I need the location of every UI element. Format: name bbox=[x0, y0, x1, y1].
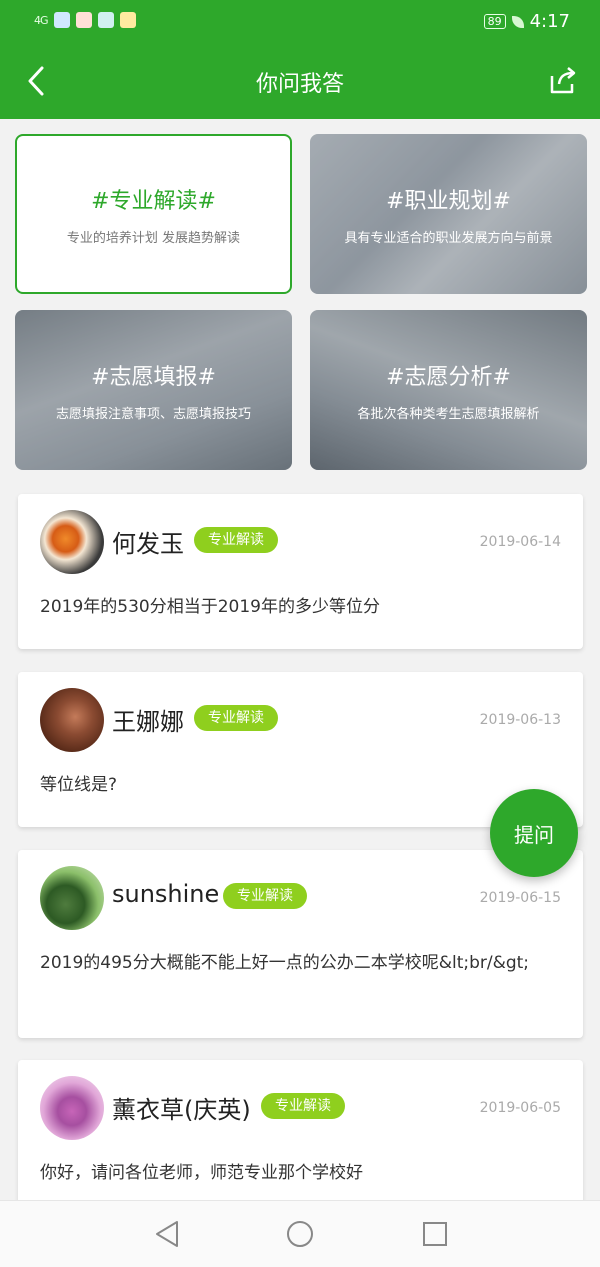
category-tag: 专业解读 bbox=[261, 1093, 345, 1119]
avatar bbox=[40, 688, 104, 752]
nav-home-button[interactable] bbox=[285, 1219, 315, 1249]
category-grid: #专业解读# 专业的培养计划 发展趋势解读 #职业规划# 具有专业适合的职业发展… bbox=[15, 134, 587, 470]
category-subtitle: 志愿填报注意事项、志愿填报技巧 bbox=[55, 406, 251, 422]
question-card[interactable]: 薰衣草(庆英) 专业解读 2019-06-05 你好，请问各位老师，师范专业那个… bbox=[18, 1060, 583, 1220]
category-career-planning[interactable]: #职业规划# 具有专业适合的职业发展方向与前景 bbox=[310, 134, 587, 294]
category-title: #志愿分析# bbox=[386, 364, 511, 390]
category-major-interpretation[interactable]: #专业解读# 专业的培养计划 发展趋势解读 bbox=[15, 134, 292, 294]
system-nav-bar bbox=[0, 1200, 600, 1267]
category-subtitle: 各批次各种类考生志愿填报解析 bbox=[357, 406, 540, 422]
user-name: 薰衣草(庆英) bbox=[112, 1096, 251, 1124]
app-header: 你问我答 bbox=[0, 44, 600, 119]
question-card[interactable]: 何发玉 专业解读 2019-06-14 2019年的530分相当于2019年的多… bbox=[18, 494, 583, 649]
category-subtitle: 具有专业适合的职业发展方向与前景 bbox=[344, 230, 553, 246]
question-date: 2019-06-14 bbox=[479, 534, 561, 550]
category-subtitle: 专业的培养计划 发展趋势解读 bbox=[66, 230, 241, 246]
leaf-icon bbox=[511, 15, 524, 28]
circle-home-icon bbox=[287, 1221, 313, 1247]
question-card[interactable]: 王娜娜 专业解读 2019-06-13 等位线是? bbox=[18, 672, 583, 827]
category-title: #志愿填报# bbox=[91, 364, 216, 390]
status-left: 4G bbox=[34, 12, 136, 28]
category-tag: 专业解读 bbox=[194, 527, 278, 553]
nav-back-button[interactable] bbox=[152, 1219, 182, 1249]
avatar bbox=[40, 510, 104, 574]
notification-app-icon bbox=[75, 12, 92, 28]
user-name: sunshine bbox=[112, 880, 220, 908]
notification-app-icon bbox=[53, 12, 70, 28]
question-date: 2019-06-05 bbox=[479, 1100, 561, 1116]
user-name: 何发玉 bbox=[112, 530, 184, 558]
status-bar: 4G 89 4:17 bbox=[0, 0, 600, 44]
status-right: 89 4:17 bbox=[483, 11, 570, 32]
avatar bbox=[40, 1076, 104, 1140]
ask-question-button[interactable]: 提问 bbox=[490, 789, 578, 877]
share-icon bbox=[550, 67, 576, 94]
question-date: 2019-06-15 bbox=[479, 890, 561, 906]
signal-indicator: 4G bbox=[34, 13, 48, 27]
page-title: 你问我答 bbox=[255, 72, 344, 97]
user-name: 王娜娜 bbox=[112, 708, 184, 736]
share-button[interactable] bbox=[546, 64, 580, 98]
category-title: #职业规划# bbox=[386, 188, 511, 214]
avatar bbox=[40, 866, 104, 930]
triangle-back-icon bbox=[156, 1221, 178, 1247]
category-tag: 专业解读 bbox=[194, 705, 278, 731]
nav-recent-button[interactable] bbox=[420, 1219, 450, 1249]
battery-indicator: 89 bbox=[483, 14, 506, 29]
status-time: 4:17 bbox=[529, 11, 570, 32]
question-card[interactable]: sunshine 专业解读 2019-06-15 2019的495分大概能不能上… bbox=[18, 850, 583, 1038]
category-tag: 专业解读 bbox=[223, 883, 307, 909]
category-title: #专业解读# bbox=[91, 188, 216, 214]
category-application-filling[interactable]: #志愿填报# 志愿填报注意事项、志愿填报技巧 bbox=[15, 310, 292, 470]
question-content: 等位线是? bbox=[40, 775, 118, 795]
question-content: 2019年的530分相当于2019年的多少等位分 bbox=[40, 597, 380, 617]
question-content: 你好，请问各位老师，师范专业那个学校好 bbox=[40, 1163, 363, 1183]
notification-app-icon bbox=[97, 12, 114, 28]
notification-app-icon bbox=[119, 12, 136, 28]
question-content: 2019的495分大概能不能上好一点的公办二本学校呢&lt;br/&gt; bbox=[40, 953, 530, 973]
square-recent-icon bbox=[423, 1222, 447, 1246]
category-application-analysis[interactable]: #志愿分析# 各批次各种类考生志愿填报解析 bbox=[310, 310, 587, 470]
question-date: 2019-06-13 bbox=[479, 712, 561, 728]
